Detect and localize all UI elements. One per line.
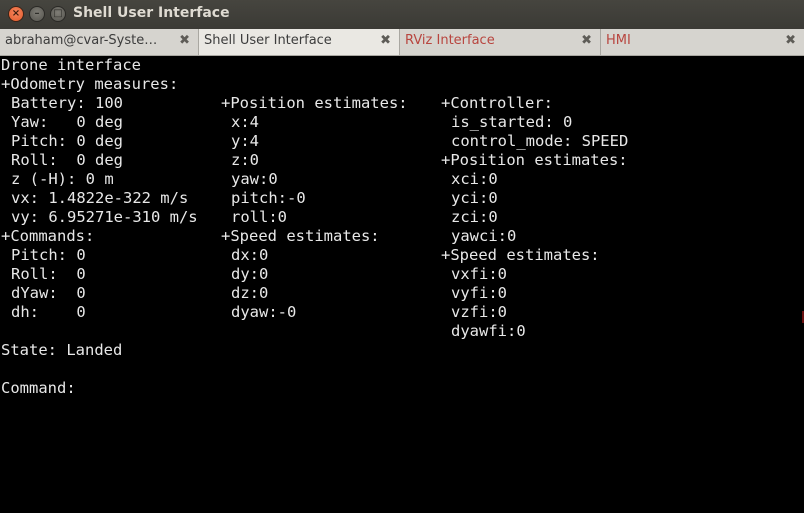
close-window-icon[interactable]: × xyxy=(8,6,24,22)
odometry-line: Battery: 100 xyxy=(11,94,123,112)
terminal-window: × – □ Shell User Interface abraham@cvar-… xyxy=(0,0,804,513)
position-estimate-line: pitch:-0 xyxy=(231,189,306,207)
tab-label: abraham@cvar-Syste… xyxy=(5,33,158,48)
controller-speed-line: vyfi:0 xyxy=(451,284,507,302)
controller-speed-line: dyawfi:0 xyxy=(451,322,526,340)
command-line: dh: 0 xyxy=(11,303,86,321)
position-estimate-line: yaw:0 xyxy=(231,170,278,188)
tab-close-icon[interactable]: ✖ xyxy=(581,33,592,49)
controller-position-line: yci:0 xyxy=(451,189,498,207)
controller-position-line: xci:0 xyxy=(451,170,498,188)
interface-header: Drone interface xyxy=(1,56,141,74)
position-estimate-line: y:4 xyxy=(231,132,259,150)
controller-line: is_started: 0 xyxy=(451,113,573,131)
controller-speed-line: vzfi:0 xyxy=(451,303,507,321)
controller-position-line: zci:0 xyxy=(451,208,498,226)
tab-close-icon[interactable]: ✖ xyxy=(380,33,391,49)
controller-speed-line: vxfi:0 xyxy=(451,265,507,283)
tab-shell-user-interface[interactable]: Shell User Interface ✖ xyxy=(199,29,400,55)
odometry-line: Yaw: 0 deg xyxy=(11,113,123,131)
odometry-line: Roll: 0 deg xyxy=(11,151,123,169)
title-bar[interactable]: × – □ Shell User Interface xyxy=(0,0,804,29)
speed-estimate-line: dy:0 xyxy=(231,265,269,283)
tab-label: RViz Interface xyxy=(405,33,495,48)
odometry-line: vy: 6.95271e-310 m/s xyxy=(11,208,198,226)
odometry-line: z (-H): 0 m xyxy=(11,170,114,188)
odometry-title: +Odometry measures: xyxy=(1,75,179,93)
speed-estimate-line: dx:0 xyxy=(231,246,269,264)
speed-estimates-title: +Speed estimates: xyxy=(221,227,380,245)
commands-title: +Commands: xyxy=(1,227,95,245)
speed-estimate-line: dyaw:-0 xyxy=(231,303,297,321)
tab-close-icon[interactable]: ✖ xyxy=(179,33,190,49)
terminal-output[interactable]: Drone interface +Odometry measures: Batt… xyxy=(0,56,804,513)
controller-title: +Controller: xyxy=(441,94,553,112)
position-estimate-line: roll:0 xyxy=(231,208,287,226)
position-estimate-line: z:0 xyxy=(231,151,259,169)
command-line: dYaw: 0 xyxy=(11,284,86,302)
tab-abraham-shell[interactable]: abraham@cvar-Syste… ✖ xyxy=(0,29,199,55)
command-line: Roll: 0 xyxy=(11,265,86,283)
controller-position-title: +Position estimates: xyxy=(441,151,628,169)
odometry-line: Pitch: 0 deg xyxy=(11,132,123,150)
speed-estimate-line: dz:0 xyxy=(231,284,269,302)
tab-close-icon[interactable]: ✖ xyxy=(785,33,796,49)
tab-label: Shell User Interface xyxy=(204,33,332,48)
tab-hmi[interactable]: HMI ✖ xyxy=(601,29,804,55)
command-prompt[interactable]: Command: xyxy=(1,379,76,398)
tab-rviz-interface[interactable]: RViz Interface ✖ xyxy=(400,29,601,55)
tab-bar: abraham@cvar-Syste… ✖ Shell User Interfa… xyxy=(0,29,804,56)
window-title: Shell User Interface xyxy=(73,5,230,21)
odometry-line: vx: 1.4822e-322 m/s xyxy=(11,189,189,207)
controller-speed-title: +Speed estimates: xyxy=(441,246,600,264)
maximize-window-icon[interactable]: □ xyxy=(50,6,66,22)
controller-position-line: yawci:0 xyxy=(451,227,517,245)
tab-label: HMI xyxy=(606,33,631,48)
position-estimate-line: x:4 xyxy=(231,113,259,131)
position-estimates-title: +Position estimates: xyxy=(221,94,408,112)
minimize-window-icon[interactable]: – xyxy=(29,6,45,22)
drone-state: State: Landed xyxy=(1,341,123,359)
controller-line: control_mode: SPEED xyxy=(451,132,629,150)
command-line: Pitch: 0 xyxy=(11,246,86,264)
